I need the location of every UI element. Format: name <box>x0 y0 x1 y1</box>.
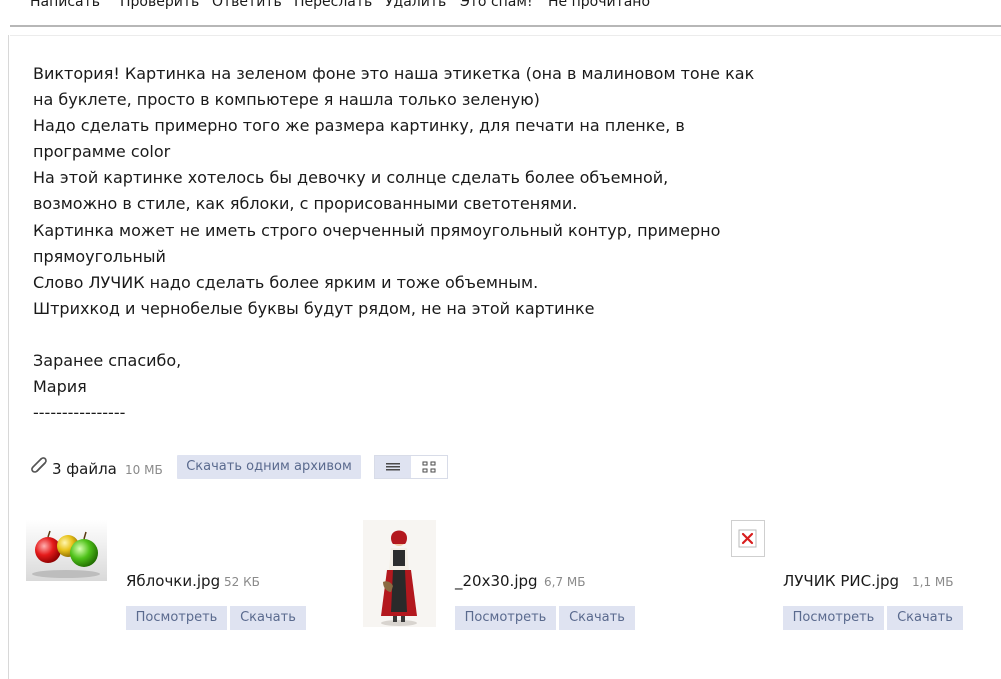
list-view-button[interactable] <box>375 456 411 478</box>
view-attachment-button[interactable]: Посмотреть <box>783 606 884 630</box>
attachment-size: 6,7 МБ <box>544 575 586 589</box>
message-line: На этой картинке хотелось бы девочку и с… <box>33 168 669 188</box>
view-attachment-button[interactable]: Посмотреть <box>455 606 556 630</box>
grid-view-button[interactable] <box>411 456 447 478</box>
message-body: Виктория! Картинка на зеленом фоне это н… <box>33 61 773 426</box>
attachment-size: 52 КБ <box>224 575 260 589</box>
message-line: Виктория! Картинка на зеленом фоне это н… <box>33 64 755 83</box>
delete-button[interactable]: Удалить <box>385 0 446 10</box>
attachment-total-size: 10 МБ <box>125 463 163 477</box>
download-archive-button[interactable]: Скачать одним архивом <box>177 455 361 479</box>
message-line: Надо сделать примерно того же размера ка… <box>33 116 685 136</box>
content-top-border <box>10 35 1001 36</box>
attachment-name[interactable]: Яблочки.jpg <box>126 572 220 590</box>
message-line: прямоугольный <box>33 246 166 266</box>
spam-button[interactable]: Это спам! <box>460 0 533 10</box>
content-left-border <box>8 35 9 679</box>
attachment-name[interactable]: _20x30.jpg <box>455 572 538 590</box>
apples-thumbnail[interactable] <box>26 520 107 581</box>
message-line: Мария <box>33 377 87 397</box>
message-line: ---------------- <box>33 403 126 423</box>
compose-button[interactable]: Написать <box>30 0 100 10</box>
message-line: на буклете, просто в компьютере я нашла … <box>33 90 540 110</box>
broken-image-icon[interactable] <box>731 520 765 557</box>
message-line: Картинка может не иметь строго очерченны… <box>33 220 721 240</box>
message-line: Штрихкод и чернобелые буквы будут рядом,… <box>33 298 595 318</box>
attachment-count: 3 файла <box>52 460 117 478</box>
toolbar-divider <box>10 25 1001 27</box>
list-view-icon <box>386 463 400 471</box>
message-line: Заранее спасибо, <box>33 351 182 371</box>
grid-view-icon <box>422 461 436 473</box>
download-attachment-button[interactable]: Скачать <box>559 606 635 630</box>
message-line: возможно в стиле, как яблоки, с прорисов… <box>33 194 578 214</box>
message-line: Слово ЛУЧИК надо сделать более ярким и т… <box>33 272 539 292</box>
view-attachment-button[interactable]: Посмотреть <box>126 606 227 630</box>
message-line: программе color <box>33 142 171 162</box>
forward-button[interactable]: Переслать <box>294 0 372 10</box>
girl-thumbnail[interactable] <box>363 520 436 627</box>
view-toggle <box>374 455 448 479</box>
download-attachment-button[interactable]: Скачать <box>887 606 963 630</box>
message-toolbar: Написать Проверить Ответить Переслать Уд… <box>0 0 1001 24</box>
download-attachment-button[interactable]: Скачать <box>230 606 306 630</box>
reply-button[interactable]: Ответить <box>212 0 282 10</box>
check-button[interactable]: Проверить <box>120 0 199 10</box>
paperclip-icon <box>28 455 48 477</box>
mark-unread-button[interactable]: Не прочитано <box>548 0 650 10</box>
attachment-name[interactable]: ЛУЧИК РИС.jpg <box>783 572 899 590</box>
attachment-size: 1,1 МБ <box>912 575 954 589</box>
message-line <box>33 322 773 348</box>
